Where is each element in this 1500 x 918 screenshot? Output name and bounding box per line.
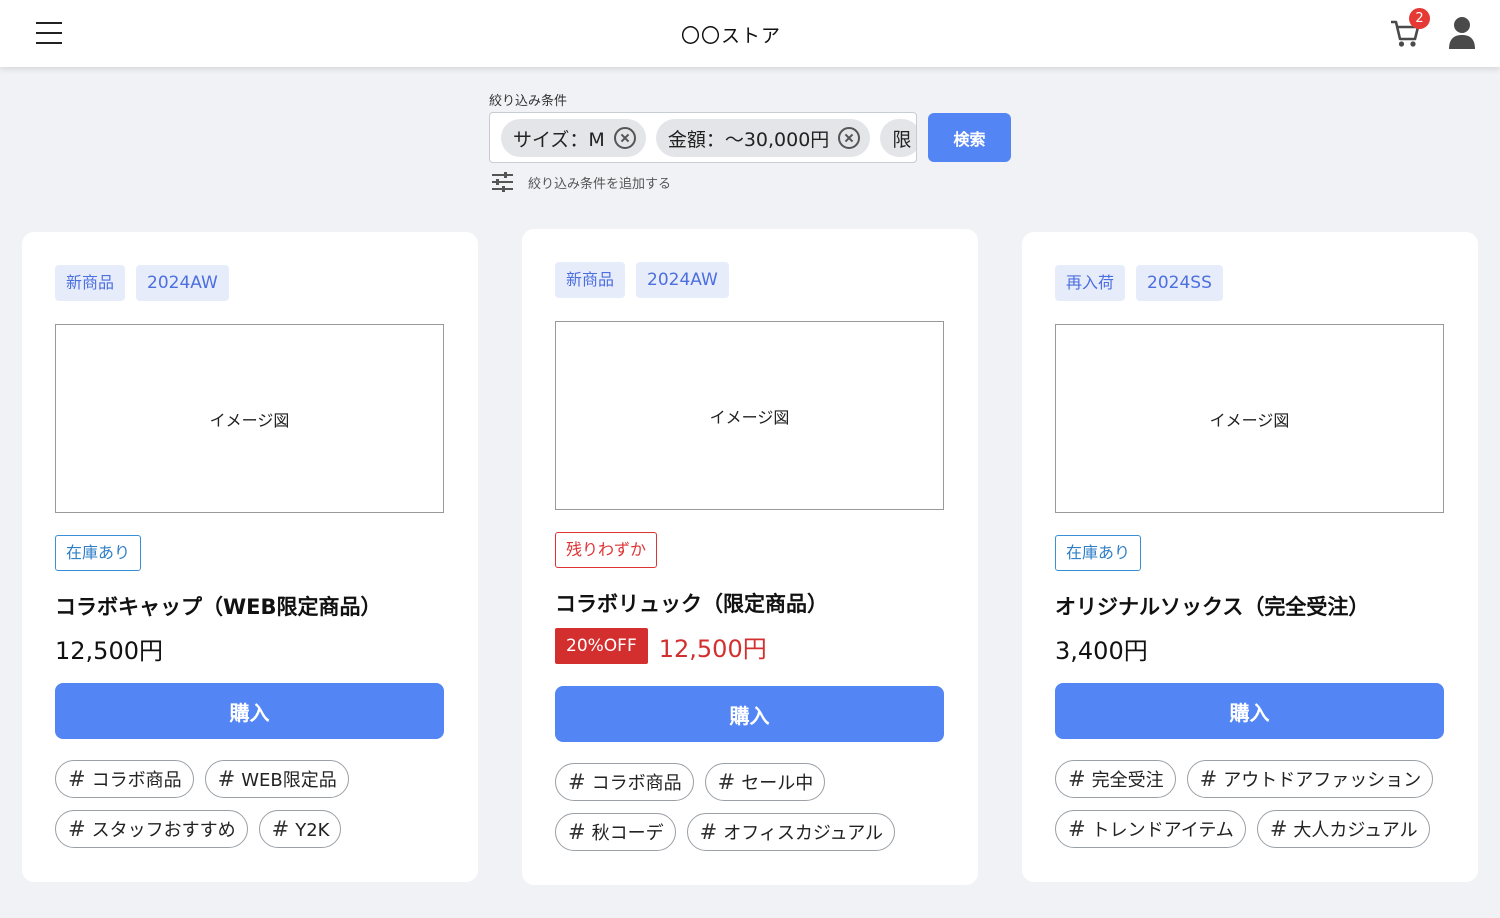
- filter-chip-field[interactable]: サイズ：M 金額：～30,000円 限: [489, 112, 917, 163]
- hashtag-label: スタッフおすすめ: [91, 820, 236, 841]
- hashtag-chip[interactable]: # コラボ商品: [55, 760, 194, 798]
- close-icon[interactable]: [613, 127, 636, 149]
- hashtag-label: WEB限定品: [241, 770, 337, 791]
- product-tag: 新商品: [55, 265, 126, 301]
- app-header: 〇〇ストア 2: [0, 0, 1500, 67]
- hashtag-label: 完全受注: [1091, 770, 1164, 791]
- buy-button[interactable]: 購入: [55, 683, 444, 739]
- product-name[interactable]: コラボキャップ（WEB限定商品）: [55, 591, 382, 621]
- filter-chip-price: 金額：～30,000円: [655, 119, 871, 157]
- hashtag-list: # コラボ商品 # セール中 # 秋コーデ # オフィスカジュアル: [555, 763, 975, 863]
- hash-icon: #: [271, 817, 290, 841]
- hash-icon: #: [217, 767, 236, 791]
- add-filter-label: 絞り込み条件を追加する: [528, 176, 672, 192]
- product-image[interactable]: イメージ図: [1055, 324, 1444, 513]
- hash-icon: #: [699, 820, 718, 844]
- hashtag-chip[interactable]: # スタッフおすすめ: [55, 810, 248, 848]
- hash-icon: #: [1068, 767, 1086, 791]
- product-tags: 再入荷 2024SS: [1055, 265, 1234, 301]
- product-tag: 2024AW: [136, 265, 229, 301]
- hashtag-chip[interactable]: # トレンドアイテム: [1055, 810, 1246, 848]
- product-name[interactable]: オリジナルソックス（完全受注）: [1055, 591, 1369, 621]
- stock-badge: 在庫あり: [1055, 535, 1142, 571]
- hash-icon: #: [717, 770, 736, 794]
- filter-label: 絞り込み条件: [489, 94, 568, 109]
- product-card: 新商品 2024AW イメージ図 在庫あり コラボキャップ（WEB限定商品） 1…: [22, 232, 478, 882]
- hashtag-chip[interactable]: # オフィスカジュアル: [686, 813, 896, 851]
- hash-icon: #: [68, 817, 86, 841]
- hashtag-label: オフィスカジュアル: [723, 823, 884, 844]
- filter-chip-label: 限: [892, 128, 912, 151]
- hashtag-list: # 完全受注 # アウトドアファッション # トレンドアイテム # 大人カジュアル: [1055, 760, 1475, 860]
- product-tag: 新商品: [555, 262, 626, 298]
- hashtag-chip[interactable]: # セール中: [704, 763, 826, 801]
- filter-chip-size: サイズ：M: [501, 119, 646, 157]
- search-button[interactable]: 検索: [928, 113, 1011, 162]
- buy-button[interactable]: 購入: [555, 686, 944, 742]
- product-price: 12,500円: [55, 637, 163, 665]
- hashtag-label: アウトドアファッション: [1223, 770, 1422, 791]
- buy-button[interactable]: 購入: [1055, 683, 1444, 739]
- filter-chip-label: サイズ：M: [513, 128, 605, 151]
- hash-icon: #: [568, 820, 586, 844]
- product-price: 3,400円: [1055, 637, 1148, 665]
- hash-icon: #: [1269, 817, 1288, 841]
- product-image[interactable]: イメージ図: [555, 321, 944, 510]
- product-tags: 新商品 2024AW: [55, 265, 240, 301]
- user-icon[interactable]: [1447, 16, 1477, 50]
- product-price: 12,500円: [658, 634, 767, 663]
- filter-chip-label: 金額：～30,000円: [667, 128, 830, 151]
- hash-icon: #: [568, 770, 586, 794]
- hashtag-chip[interactable]: # Y2K: [258, 810, 342, 848]
- hash-icon: #: [1068, 817, 1086, 841]
- product-tag: 2024SS: [1136, 265, 1223, 301]
- hash-icon: #: [68, 767, 86, 791]
- hashtag-chip[interactable]: # 完全受注: [1055, 760, 1176, 798]
- hashtag-chip[interactable]: # WEB限定品: [204, 760, 349, 798]
- hash-icon: #: [1199, 767, 1218, 791]
- filter-chip-limited: 限: [880, 119, 916, 157]
- hashtag-chip[interactable]: # 秋コーデ: [555, 813, 676, 851]
- hashtag-label: 大人カジュアル: [1293, 820, 1418, 841]
- hashtag-label: Y2K: [295, 820, 330, 841]
- hashtag-chip[interactable]: # コラボ商品: [555, 763, 694, 801]
- stock-badge: 残りわずか: [555, 532, 658, 568]
- hashtag-list: # コラボ商品 # WEB限定品 # スタッフおすすめ # Y2K: [55, 760, 475, 860]
- hashtag-label: 秋コーデ: [591, 823, 664, 844]
- product-card: 新商品 2024AW イメージ図 残りわずか コラボリュック（限定商品） 20%…: [522, 229, 978, 885]
- cart-count-badge: 2: [1409, 8, 1430, 29]
- sliders-icon: [492, 172, 513, 192]
- hashtag-label: セール中: [741, 773, 814, 794]
- product-name[interactable]: コラボリュック（限定商品）: [555, 588, 828, 618]
- price-row: 20%OFF 12,500円: [555, 628, 767, 664]
- hashtag-label: コラボ商品: [91, 770, 182, 791]
- product-image[interactable]: イメージ図: [55, 324, 444, 513]
- hashtag-chip[interactable]: # アウトドアファッション: [1186, 760, 1434, 798]
- close-icon[interactable]: [838, 127, 861, 149]
- hashtag-label: コラボ商品: [591, 773, 682, 794]
- add-filter-button[interactable]: 絞り込み条件を追加する: [491, 170, 671, 194]
- stock-badge: 在庫あり: [55, 535, 142, 571]
- product-tags: 新商品 2024AW: [555, 262, 740, 298]
- store-title: 〇〇ストア: [680, 25, 781, 47]
- product-tag: 再入荷: [1055, 265, 1126, 301]
- product-tag: 2024AW: [636, 262, 729, 298]
- product-card: 再入荷 2024SS イメージ図 在庫あり オリジナルソックス（完全受注） 3,…: [1022, 232, 1478, 882]
- hashtag-label: トレンドアイテム: [1091, 820, 1234, 841]
- hashtag-chip[interactable]: # 大人カジュアル: [1256, 810, 1430, 848]
- discount-badge: 20%OFF: [555, 628, 648, 664]
